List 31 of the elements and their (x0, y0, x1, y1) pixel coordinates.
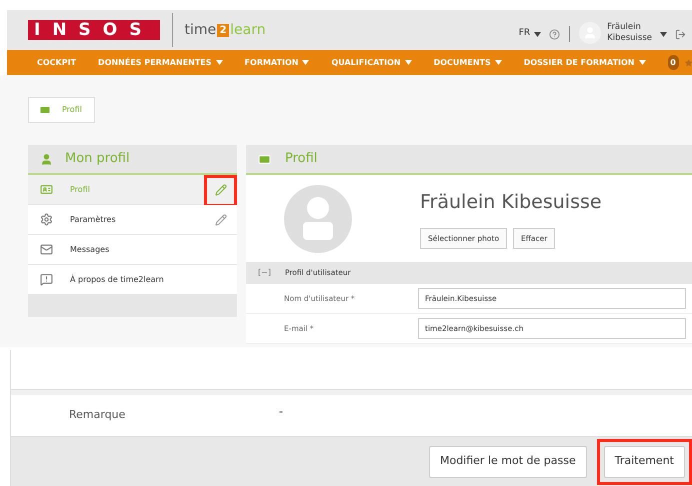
logo: INSOS (28, 20, 160, 40)
menu-label: Messages (70, 244, 110, 256)
gear-icon (40, 213, 53, 226)
user-icon (40, 152, 53, 166)
action-button[interactable]: Modifier le mot de passe (428, 446, 587, 478)
menu-label: Paramètres (70, 214, 116, 226)
caret-icon (660, 32, 667, 36)
profile-name: Fräulein Kibesuisse (420, 190, 602, 215)
panel-title: Mon profil (65, 150, 130, 168)
action-button[interactable]: Traitement (604, 446, 685, 478)
info-bubble-icon (40, 273, 53, 286)
star-icon[interactable] (684, 56, 692, 68)
help-icon[interactable] (549, 28, 560, 40)
caret-icon (534, 32, 542, 36)
menu-label: Profil (70, 184, 90, 196)
edit-icon[interactable] (215, 214, 227, 226)
edit-icon[interactable] (215, 184, 227, 196)
user-menu[interactable]: Fräulein Kibesuisse (607, 22, 652, 44)
panel-title: Profil (285, 150, 318, 168)
remark-value: - (279, 404, 283, 420)
menu-label: À propos de time2learn (70, 274, 164, 286)
menu-item[interactable]: Messages (28, 235, 237, 265)
envelope-icon (40, 243, 53, 256)
logout-icon[interactable] (675, 28, 686, 40)
notification-badge[interactable]: 0 (668, 55, 679, 70)
menu-item[interactable]: Paramètres (28, 205, 237, 235)
product-name: time 2 learn (184, 20, 266, 40)
menu-item[interactable]: À propos de time2learn (28, 265, 237, 295)
collapse-toggle[interactable]: [−] (258, 267, 271, 279)
remark-label: Remarque (69, 407, 126, 424)
language-selector[interactable]: FR (518, 27, 542, 41)
